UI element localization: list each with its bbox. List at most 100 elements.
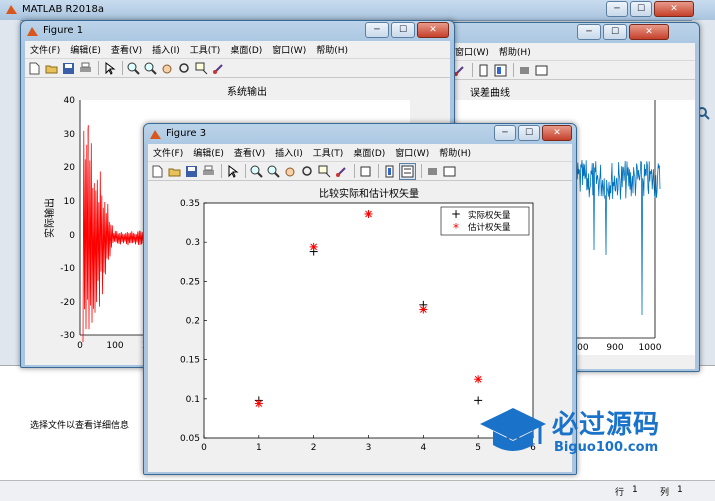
hide-tools-icon[interactable] bbox=[517, 63, 532, 78]
legend-label-actual: 实际权矢量 bbox=[468, 210, 511, 221]
menu-item-insert[interactable]: 插入(I) bbox=[270, 146, 308, 159]
matlab-title-bar: MATLAB R2018a ─ ☐ ✕ bbox=[0, 0, 715, 21]
figure2-close-button[interactable]: ✕ bbox=[629, 24, 669, 40]
hide-tools-icon[interactable] bbox=[425, 164, 440, 179]
estimated-weight-point bbox=[474, 375, 483, 384]
print-icon[interactable] bbox=[78, 61, 93, 76]
menu-item-file[interactable]: 文件(F) bbox=[25, 43, 65, 56]
menu-item-edit[interactable]: 编辑(E) bbox=[188, 146, 229, 159]
y-tick-label: 0.35 bbox=[180, 199, 200, 209]
figure1-ytick: -10 bbox=[60, 264, 75, 274]
figure1-ytick: -20 bbox=[60, 298, 75, 308]
figure1-matlab-icon bbox=[27, 27, 38, 36]
data-cursor-icon[interactable] bbox=[194, 61, 209, 76]
menu-item-file[interactable]: 文件(F) bbox=[148, 146, 188, 159]
col-label: 列 bbox=[660, 488, 670, 498]
zoom-in-icon[interactable] bbox=[249, 164, 264, 179]
figure1-plot-title: 系统输出 bbox=[227, 85, 267, 98]
estimated-weight-point bbox=[419, 305, 428, 314]
y-tick-label: 0.25 bbox=[180, 277, 200, 287]
figure2-maximize-button[interactable]: ☐ bbox=[603, 24, 627, 40]
figure3-close-button[interactable]: ✕ bbox=[542, 125, 572, 141]
rotate-icon[interactable] bbox=[177, 61, 192, 76]
estimated-weight-point bbox=[254, 399, 263, 408]
figure1-xtick: 100 bbox=[106, 341, 123, 351]
save-icon[interactable] bbox=[184, 164, 199, 179]
figure1-minimize-button[interactable]: ─ bbox=[365, 22, 389, 38]
menu-item-edit[interactable]: 编辑(E) bbox=[65, 43, 106, 56]
matlab-minimize-button[interactable]: ─ bbox=[606, 1, 628, 17]
legend-icon[interactable] bbox=[399, 162, 416, 180]
menu-item-window[interactable]: 窗口(W) bbox=[267, 43, 311, 56]
row-label: 行 bbox=[615, 488, 625, 498]
zoom-out-icon[interactable] bbox=[266, 164, 281, 179]
legend-label-estimated: 估计权矢量 bbox=[468, 222, 511, 233]
new-figure-icon[interactable] bbox=[27, 61, 42, 76]
menu-item-window[interactable]: 窗口(W) bbox=[450, 45, 494, 58]
menu-item-window[interactable]: 窗口(W) bbox=[390, 146, 434, 159]
colorbar-icon[interactable] bbox=[493, 63, 508, 78]
chart-title: 比较实际和估计权矢量 bbox=[319, 187, 419, 200]
menu-item-desktop[interactable]: 桌面(D) bbox=[225, 43, 267, 56]
figure1-ytick: 30 bbox=[64, 130, 76, 140]
pan-icon[interactable] bbox=[283, 164, 298, 179]
matlab-close-button[interactable]: ✕ bbox=[654, 1, 694, 17]
data-cursor-icon[interactable] bbox=[317, 164, 332, 179]
y-tick-label: 0.3 bbox=[186, 238, 200, 248]
brush-icon[interactable] bbox=[334, 164, 349, 179]
watermark-name: 必过源码 bbox=[552, 410, 661, 440]
figure1-ytick: -30 bbox=[60, 331, 75, 341]
save-icon[interactable] bbox=[61, 61, 76, 76]
menu-item-view[interactable]: 查看(V) bbox=[106, 43, 147, 56]
colorbar-icon[interactable] bbox=[382, 164, 397, 179]
menu-item-tools[interactable]: 工具(T) bbox=[185, 43, 226, 56]
matlab-maximize-button[interactable]: ☐ bbox=[630, 1, 652, 17]
link-plot-icon[interactable] bbox=[476, 63, 491, 78]
estimated-weight-point bbox=[309, 242, 318, 251]
pointer-icon[interactable] bbox=[225, 164, 240, 179]
show-tools-icon[interactable] bbox=[534, 63, 549, 78]
figure1-ytick: 40 bbox=[64, 96, 76, 106]
menu-item-help[interactable]: 帮助(H) bbox=[311, 43, 353, 56]
x-tick-label: 4 bbox=[420, 443, 426, 453]
pointer-icon[interactable] bbox=[102, 61, 117, 76]
figure1-close-button[interactable]: ✕ bbox=[417, 22, 449, 38]
figure1-title: Figure 1 bbox=[43, 25, 84, 36]
figure1-ytick: 0 bbox=[69, 231, 75, 241]
menu-item-tools[interactable]: 工具(T) bbox=[308, 146, 349, 159]
figure3-minimize-button[interactable]: ─ bbox=[494, 125, 516, 141]
figure2-plot-title: 误差曲线 bbox=[470, 86, 510, 99]
figure1-maximize-button[interactable]: ☐ bbox=[391, 22, 415, 38]
legend-marker-estimated: * bbox=[453, 221, 459, 235]
zoom-in-icon[interactable] bbox=[126, 61, 141, 76]
menu-item-help[interactable]: 帮助(H) bbox=[434, 146, 476, 159]
figure3-title-bar: Figure 3 ─ ☐ ✕ bbox=[144, 124, 576, 146]
figure1-toolbar bbox=[25, 58, 450, 78]
figure2-title-bar: ─ ☐ ✕ bbox=[446, 23, 699, 45]
show-tools-icon[interactable] bbox=[442, 164, 457, 179]
figure3-maximize-button[interactable]: ☐ bbox=[518, 125, 540, 141]
figure2-minimize-button[interactable]: ─ bbox=[577, 24, 601, 40]
figure1-yaxis: 40 30 20 10 0 -10 -20 -30 bbox=[60, 96, 75, 341]
row-value: 1 bbox=[632, 485, 638, 495]
figure2-toolbar bbox=[450, 60, 695, 80]
menu-item-desktop[interactable]: 桌面(D) bbox=[348, 146, 390, 159]
y-tick-label: 0.05 bbox=[180, 434, 200, 444]
rotate-icon[interactable] bbox=[300, 164, 315, 179]
zoom-out-icon[interactable] bbox=[143, 61, 158, 76]
link-plot-icon[interactable] bbox=[358, 164, 373, 179]
figure1-title-bar: Figure 1 ─ ☐ ✕ bbox=[21, 21, 454, 43]
figure1-ytick: 20 bbox=[64, 163, 76, 173]
menu-item-help[interactable]: 帮助(H) bbox=[494, 45, 536, 58]
figure3-toolbar bbox=[148, 161, 572, 181]
menu-item-view[interactable]: 查看(V) bbox=[229, 146, 270, 159]
new-figure-icon[interactable] bbox=[150, 164, 165, 179]
menu-item-insert[interactable]: 插入(I) bbox=[147, 43, 185, 56]
print-icon[interactable] bbox=[201, 164, 216, 179]
figure1-menu-bar: 文件(F) 编辑(E) 查看(V) 插入(I) 工具(T) 桌面(D) 窗口(W… bbox=[25, 41, 450, 58]
open-file-icon[interactable] bbox=[167, 164, 182, 179]
brush-icon[interactable] bbox=[211, 61, 226, 76]
pan-icon[interactable] bbox=[160, 61, 175, 76]
open-file-icon[interactable] bbox=[44, 61, 59, 76]
figure1-ytick: 10 bbox=[64, 197, 76, 207]
